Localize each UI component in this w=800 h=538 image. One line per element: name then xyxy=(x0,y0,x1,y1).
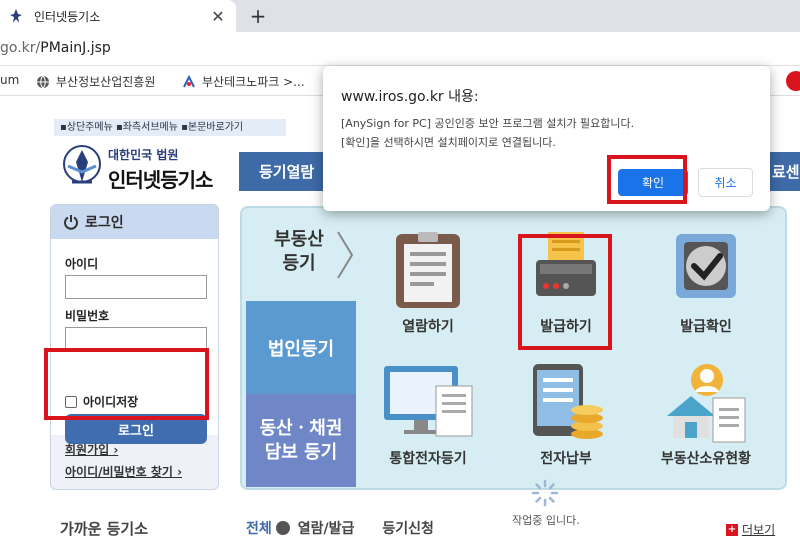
service-e-payment[interactable]: 전자납부 xyxy=(506,360,626,468)
service-property-ownership[interactable]: 부동산소유현황 xyxy=(646,360,766,468)
power-icon xyxy=(64,215,78,230)
loading-text: 작업중 입니다. xyxy=(512,514,580,527)
service-integrated-e-registry-label: 통합전자등기 xyxy=(389,451,467,467)
service-view[interactable]: 열람하기 xyxy=(368,230,488,336)
nav-registry-view[interactable]: 등기열람 xyxy=(239,152,325,191)
more-link[interactable]: + 더보기 xyxy=(726,521,775,538)
login-panel: 로그인 아이디 비밀번호 아이디저장 로그인 회원가입 › 아이디/비밀번호 찾… xyxy=(50,204,219,490)
bookmark-item[interactable]: 부산정보산업진흥원 xyxy=(36,73,155,90)
service-e-payment-label: 전자납부 xyxy=(540,451,592,467)
service-view-label: 열람하기 xyxy=(402,319,454,335)
service-integrated-e-registry[interactable]: 통합전자등기 xyxy=(368,360,488,468)
chevron-down-icon[interactable] xyxy=(275,521,290,535)
document-view-icon xyxy=(396,232,460,308)
address-bar[interactable]: go.kr/PMainJ.jsp xyxy=(0,32,800,66)
tab-registry-apply[interactable]: 등기신청 xyxy=(382,518,434,538)
service-issue-confirm-label: 발급확인 xyxy=(680,319,732,335)
cancel-button[interactable]: 취소 xyxy=(698,168,753,197)
skip-links[interactable]: ▪상단주메뉴 ▪좌측서브메뉴 ▪본문바로가기 xyxy=(54,119,286,136)
tablet-coins-icon xyxy=(533,364,603,439)
collateral-label-2: 담보 등기 xyxy=(264,441,338,463)
bottom-tabs: 전체 열람/발급 등기신청 xyxy=(246,518,448,538)
tab-title: 인터넷등기소 xyxy=(34,9,101,24)
site-logo[interactable]: 대한민국 법원 인터넷등기소 xyxy=(60,142,225,192)
alert-dialog: www.iros.go.kr 내용: [AnySign for PC] 공인인증… xyxy=(323,66,770,211)
id-input[interactable] xyxy=(65,275,207,299)
login-header: 로그인 xyxy=(51,205,218,239)
logo-title: 인터넷등기소 xyxy=(108,168,213,192)
technopark-logo-icon xyxy=(183,74,195,87)
new-tab-button[interactable]: + xyxy=(246,4,270,28)
dialog-message-line: [AnySign for PC] 공인인증 보안 프로그램 설치가 필요합니다. xyxy=(341,117,635,130)
browser-tab[interactable]: 인터넷등기소 ✕ xyxy=(0,0,236,32)
bookmark-item[interactable]: um xyxy=(0,73,19,87)
password-label: 비밀번호 xyxy=(65,309,110,323)
close-tab-icon[interactable]: ✕ xyxy=(208,6,228,26)
service-property-ownership-label: 부동산소유현황 xyxy=(660,451,752,467)
login-header-label: 로그인 xyxy=(85,215,124,231)
tab-realestate-registry[interactable]: 부동산 등기 xyxy=(242,208,356,301)
plus-icon: + xyxy=(726,523,738,536)
logo-subtitle: 대한민국 법원 xyxy=(108,148,179,162)
nearby-office-title: 가까운 등기소 xyxy=(60,520,149,538)
browser-tabstrip: 인터넷등기소 ✕ + xyxy=(0,0,800,32)
id-label: 아이디 xyxy=(65,257,99,271)
monitor-document-icon xyxy=(384,366,473,437)
house-person-icon xyxy=(667,364,746,443)
extension-icon[interactable] xyxy=(786,71,800,91)
services-panel: 부동산 등기 법인등기 동산ㆍ채권 담보 등기 열람하기 발급하기 발급확인 통… xyxy=(240,206,787,490)
globe-icon xyxy=(37,75,49,88)
highlight-box-login xyxy=(44,348,209,420)
highlight-box-ok xyxy=(607,155,687,204)
collateral-label-1: 동산ㆍ채권 xyxy=(259,417,343,439)
more-label: 더보기 xyxy=(742,523,776,537)
dialog-message-line: [확인]을 선택하시면 설치페이지로 연결됩니다. xyxy=(341,136,556,149)
service-issue-confirm[interactable]: 발급확인 xyxy=(646,230,766,336)
dialog-message: [AnySign for PC] 공인인증 보안 프로그램 설치가 필요합니다.… xyxy=(341,114,634,152)
login-links: 회원가입 › 아이디/비밀번호 찾기 › xyxy=(65,441,182,485)
bookmark-item[interactable]: 부산테크노파크 >... xyxy=(182,73,305,90)
tab-collateral-registry[interactable]: 동산ㆍ채권 담보 등기 xyxy=(246,394,356,487)
find-account-link[interactable]: 아이디/비밀번호 찾기 › xyxy=(65,463,182,480)
tab-all[interactable]: 전체 xyxy=(246,518,272,538)
loading-spinner-icon xyxy=(531,479,559,507)
dialog-title: www.iros.go.kr 내용: xyxy=(341,89,479,105)
highlight-box-issue xyxy=(518,234,612,350)
tab-view-issue[interactable]: 열람/발급 xyxy=(298,518,355,538)
signup-link[interactable]: 회원가입 › xyxy=(65,441,182,458)
tab-corporate-registry[interactable]: 법인등기 xyxy=(246,301,356,394)
court-emblem-icon xyxy=(63,145,101,184)
nav-last-item[interactable]: 료센 xyxy=(770,152,800,191)
chevron-right-icon xyxy=(337,231,354,279)
court-favicon-icon xyxy=(8,8,24,24)
address-text: go.kr/PMainJ.jsp xyxy=(0,40,111,56)
checkmark-confirm-icon xyxy=(676,234,736,298)
